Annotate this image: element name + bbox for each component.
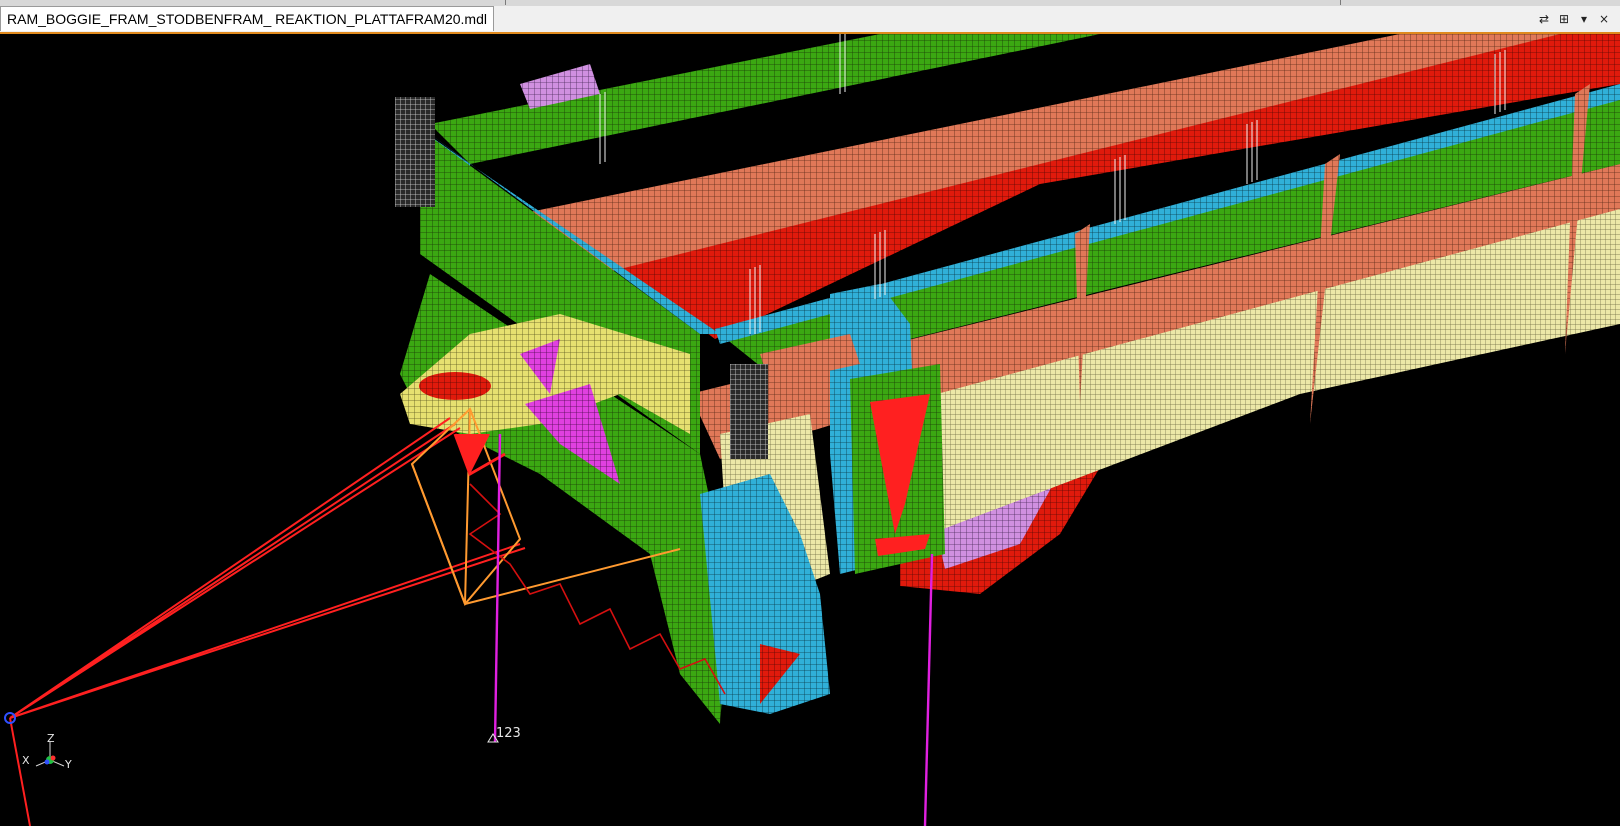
chevron-down-icon[interactable]: ▾ [1576, 10, 1592, 28]
toolbar-segment [0, 0, 506, 5]
close-icon[interactable]: × [1596, 10, 1612, 28]
coordinate-triad: Z X Y [18, 732, 82, 798]
graphics-viewport[interactable]: 123 Z X Y [0, 32, 1620, 826]
white-mesh-grid [395, 97, 435, 207]
tab-model[interactable]: RAM_BOGGIE_FRAM_STODBENFRAM_ REAKTION_PL… [0, 6, 494, 31]
tab-controls: ⇄ ⊞ ▾ × [1536, 8, 1612, 30]
white-mesh-grid [730, 364, 768, 459]
triad-y-label: Y [65, 758, 72, 771]
bolt-hole-red [419, 372, 491, 400]
layout-grid-icon[interactable]: ⊞ [1556, 10, 1572, 28]
triad-z-label: Z [47, 732, 55, 745]
swap-windows-icon[interactable]: ⇄ [1536, 10, 1552, 28]
toolbar-segment [506, 0, 1341, 5]
fe-mesh-view [4, 34, 1620, 826]
triad-x-label: X [22, 754, 30, 767]
tab-bar: RAM_BOGGIE_FRAM_STODBENFRAM_ REAKTION_PL… [0, 6, 1620, 33]
node-id-label: 123 [496, 726, 521, 741]
